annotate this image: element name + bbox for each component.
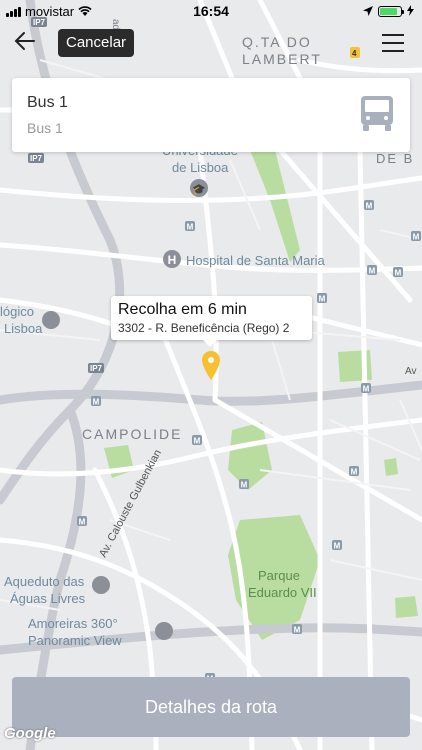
pickup-address: 3302 - R. Beneficência (Rego) 2: [118, 321, 290, 335]
metro-station-glyph: M: [363, 385, 370, 394]
map-label-aqueduto-2: Águas Livres: [10, 591, 86, 606]
ip7-badge-left: IP7: [30, 154, 43, 163]
camera-poi-icon: [155, 622, 173, 640]
map-label-qta-1: Q.TA DO: [242, 34, 312, 50]
svg-text:H: H: [168, 253, 177, 267]
map-label-campolide: CAMPOLIDE: [82, 426, 182, 442]
map-label-parque-1: Parque: [258, 568, 300, 583]
hamburger-menu-icon[interactable]: [382, 34, 404, 52]
pickup-tooltip[interactable]: Recolha em 6 min 3302 - R. Beneficência …: [111, 296, 312, 347]
museum-poi-icon: [92, 576, 110, 594]
cancel-button[interactable]: Cancelar: [58, 29, 135, 57]
map-label-universidade-2: de Lisboa: [172, 160, 229, 175]
metro-station-glyph: M: [395, 269, 402, 278]
charging-bolt-icon: [407, 4, 414, 19]
status-time: 16:54: [193, 3, 229, 19]
google-logo: Google: [4, 725, 56, 742]
metro-station-glyph: M: [334, 542, 341, 551]
map-label-logico-1: lógico: [0, 304, 34, 319]
location-arrow-icon: [363, 4, 373, 19]
battery-icon: [378, 6, 404, 17]
map-label-hospital: Hospital de Santa Maria: [186, 253, 326, 268]
map-label-logico-2: Lisboa: [4, 321, 43, 336]
metro-station-glyph: M: [241, 481, 248, 490]
map-label-av: Av: [405, 366, 417, 377]
arrow-left-icon: [14, 32, 35, 50]
status-right: [363, 4, 414, 19]
metro-station-glyph: M: [351, 468, 358, 477]
zoo-poi-icon: [42, 311, 60, 329]
map-label-amoreiras-2: Panoramic View: [28, 633, 122, 648]
back-button[interactable]: [14, 30, 44, 58]
ip7-badge-center: IP7: [90, 364, 103, 373]
map-label-amoreiras-1: Amoreiras 360°: [28, 616, 118, 631]
bus-subtitle: Bus 1: [27, 120, 63, 136]
battery-level: [380, 8, 397, 15]
metro-station-glyph: M: [187, 223, 194, 232]
map-label-aqueduto-1: Aqueduto das: [4, 574, 85, 589]
status-bar: movistar 16:54: [0, 0, 422, 22]
metro-station-glyph: M: [79, 518, 86, 527]
map-label-qta-2: LAMBERT: [242, 51, 322, 67]
route-details-button[interactable]: Detalhes da rota: [12, 677, 410, 737]
route-4-badge: 4: [352, 49, 357, 58]
bus-card[interactable]: Bus 1 Bus 1: [12, 78, 410, 152]
metro-station-glyph: M: [369, 267, 376, 276]
metro-station-glyph: M: [319, 295, 326, 304]
bus-title: Bus 1: [27, 94, 68, 111]
map-label-de-b: DE B: [376, 151, 414, 166]
svg-text:🎓: 🎓: [192, 183, 206, 196]
pickup-title: Recolha em 6 min: [118, 301, 247, 318]
metro-station-glyph: M: [294, 626, 301, 635]
bus-icon: [360, 96, 394, 137]
metro-station-glyph: M: [194, 437, 201, 446]
metro-station-glyph: M: [93, 398, 100, 407]
metro-station-glyph: M: [413, 233, 420, 242]
map-label-parque-2: Eduardo VII: [248, 585, 317, 600]
metro-station-glyph: M: [366, 202, 373, 211]
